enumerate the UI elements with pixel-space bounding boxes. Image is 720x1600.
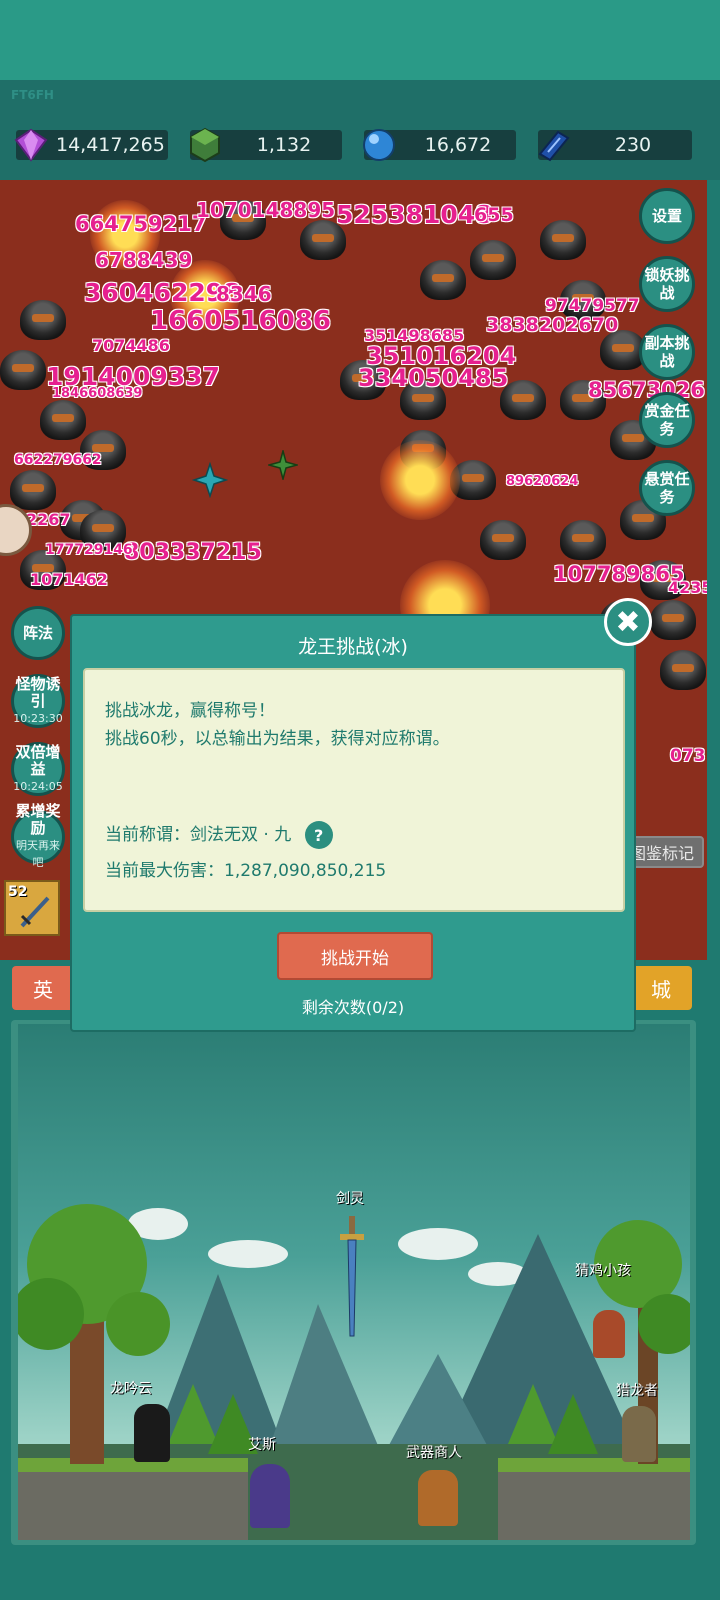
npc-label: 龙吟云 bbox=[110, 1381, 152, 1397]
damage-number: 073 bbox=[670, 746, 706, 766]
shuriken-icon bbox=[268, 450, 298, 480]
green-gem-icon bbox=[190, 127, 220, 163]
damage-number: 655 bbox=[474, 204, 514, 226]
top-bar bbox=[0, 0, 720, 80]
double-buff-button[interactable]: 双倍增益 10:24:05 bbox=[11, 742, 65, 796]
close-icon[interactable]: ✖ bbox=[604, 598, 652, 646]
cumulative-reward-timer: 明天再来吧 bbox=[16, 839, 60, 869]
player-code: FT6FH bbox=[11, 88, 54, 102]
book-icon bbox=[538, 130, 570, 162]
dungeon-challenge-button[interactable]: 副本挑战 bbox=[639, 324, 695, 380]
double-buff-label: 双倍增益 bbox=[15, 742, 61, 778]
bounty-task-button[interactable]: 赏金任务 bbox=[639, 392, 695, 448]
damage-number: 8346 bbox=[216, 282, 272, 306]
shuriken-icon bbox=[192, 462, 228, 498]
enemy-sprite bbox=[560, 520, 606, 560]
damage-number: 1070148895 bbox=[196, 198, 336, 222]
npc-ace[interactable] bbox=[250, 1464, 290, 1528]
city-tab[interactable]: 城 bbox=[630, 966, 692, 1010]
enemy-sprite bbox=[0, 350, 46, 390]
damage-number: 7074486 bbox=[92, 336, 170, 355]
current-title-label: 当前称谓：剑法无双 · 九 bbox=[105, 825, 292, 845]
enemy-sprite bbox=[480, 520, 526, 560]
damage-number: 1660516086 bbox=[150, 306, 331, 336]
npc-label: 猜鸡小孩 bbox=[575, 1263, 631, 1279]
damage-number: 1846608639 bbox=[52, 386, 143, 401]
floating-sword-icon bbox=[340, 1216, 364, 1337]
damage-number: 351498685 bbox=[364, 326, 465, 345]
enemy-sprite bbox=[40, 400, 86, 440]
npc-dragon-hunter[interactable] bbox=[622, 1406, 656, 1462]
challenge-description-2: 挑战60秒，以总输出为结果，获得对应称谓。 bbox=[105, 729, 450, 749]
enemy-sprite bbox=[420, 260, 466, 300]
demon-lock-challenge-button[interactable]: 锁妖挑战 bbox=[639, 256, 695, 312]
enemy-sprite bbox=[470, 240, 516, 280]
damage-number: 525381048 bbox=[336, 200, 493, 229]
damage-number: 85673026 bbox=[588, 378, 705, 402]
damage-number: 97479577 bbox=[545, 296, 640, 316]
damage-number: 107789865 bbox=[553, 562, 685, 586]
enemy-sprite bbox=[10, 470, 56, 510]
skill-slot[interactable]: 52 bbox=[4, 880, 60, 936]
cumulative-reward-button[interactable]: 累增奖励 明天再来吧 bbox=[11, 803, 65, 869]
resource-value: 230 bbox=[614, 134, 652, 156]
dialog-info-panel: 挑战冰龙，赢得称号！ 挑战60秒，以总输出为结果，获得对应称谓。 当前称谓：剑法… bbox=[83, 668, 625, 912]
current-title-row: 当前称谓：剑法无双 · 九 ? bbox=[105, 820, 333, 849]
dialog-title: 龙王挑战(冰) bbox=[298, 636, 408, 658]
max-damage-label: 当前最大伤害：1,287,090,850,215 bbox=[105, 861, 387, 881]
npc-label: 剑灵 bbox=[336, 1191, 364, 1207]
remaining-attempts: 剩余次数(0/2) bbox=[301, 998, 405, 1017]
dragon-king-challenge-dialog: 龙王挑战(冰) 挑战冰龙，赢得称号！ 挑战60秒，以总输出为结果，获得对应称谓。… bbox=[70, 614, 636, 1032]
formation-button[interactable]: 阵法 bbox=[11, 606, 65, 660]
monster-lure-label: 怪物诱引 bbox=[15, 674, 61, 710]
hero-tab[interactable]: 英 bbox=[12, 966, 74, 1010]
damage-number: 42351 bbox=[668, 578, 707, 597]
npc-label: 艾斯 bbox=[248, 1437, 276, 1453]
resource-orbs: 16,672 bbox=[363, 129, 516, 161]
purple-gem-icon bbox=[14, 128, 48, 162]
formation-label: 阵法 bbox=[22, 623, 53, 642]
help-icon[interactable]: ? bbox=[304, 821, 333, 849]
resource-gems: 14,417,265 bbox=[14, 128, 168, 162]
blue-orb-icon bbox=[363, 129, 395, 161]
npc-weapon-merchant[interactable] bbox=[418, 1470, 458, 1526]
damage-number: 334050485 bbox=[358, 364, 509, 392]
npc-label: 猎龙者 bbox=[616, 1383, 658, 1399]
npc-long-yin-yun[interactable] bbox=[134, 1404, 170, 1462]
damage-number: 89620624 bbox=[506, 474, 579, 489]
monster-lure-timer: 10:23:30 bbox=[13, 711, 63, 725]
reward-task-button[interactable]: 悬赏任务 bbox=[639, 460, 695, 516]
resource-value: 14,417,265 bbox=[56, 134, 165, 156]
npc-chicken-kid[interactable] bbox=[593, 1310, 625, 1358]
damage-number: 664759217 bbox=[75, 212, 207, 236]
enemy-sprite bbox=[650, 600, 696, 640]
damage-number: 803337215 bbox=[124, 540, 262, 565]
challenge-description-1: 挑战冰龙，赢得称号！ bbox=[105, 701, 275, 721]
damage-number: 6788439 bbox=[95, 248, 193, 272]
damage-number: 177729146 bbox=[45, 542, 133, 558]
cumulative-reward-label: 累增奖励 bbox=[15, 802, 61, 837]
monster-lure-button[interactable]: 怪物诱引 10:23:30 bbox=[11, 674, 65, 728]
settings-button[interactable]: 设置 bbox=[639, 188, 695, 244]
damage-number: 662279662 bbox=[14, 452, 102, 468]
enemy-sprite bbox=[540, 220, 586, 260]
damage-number: 2267 bbox=[26, 510, 71, 529]
resource-jade: 1,132 bbox=[190, 127, 342, 163]
start-challenge-button[interactable]: 挑战开始 bbox=[277, 932, 433, 980]
damage-number: 1071462 bbox=[30, 570, 108, 589]
enemy-sprite bbox=[20, 300, 66, 340]
resource-value: 16,672 bbox=[424, 134, 492, 156]
sword-icon bbox=[20, 896, 50, 928]
double-buff-timer: 10:24:05 bbox=[13, 779, 63, 793]
damage-number: 3838202670 bbox=[486, 314, 619, 336]
fire-effect bbox=[380, 440, 460, 520]
resource-books: 230 bbox=[538, 130, 692, 162]
resource-value: 1,132 bbox=[256, 134, 312, 156]
town-scene: 剑灵 猜鸡小孩 龙吟云 猎龙者 艾斯 武器商人 bbox=[18, 1024, 690, 1540]
enemy-sprite bbox=[660, 650, 706, 690]
npc-label: 武器商人 bbox=[406, 1445, 462, 1461]
